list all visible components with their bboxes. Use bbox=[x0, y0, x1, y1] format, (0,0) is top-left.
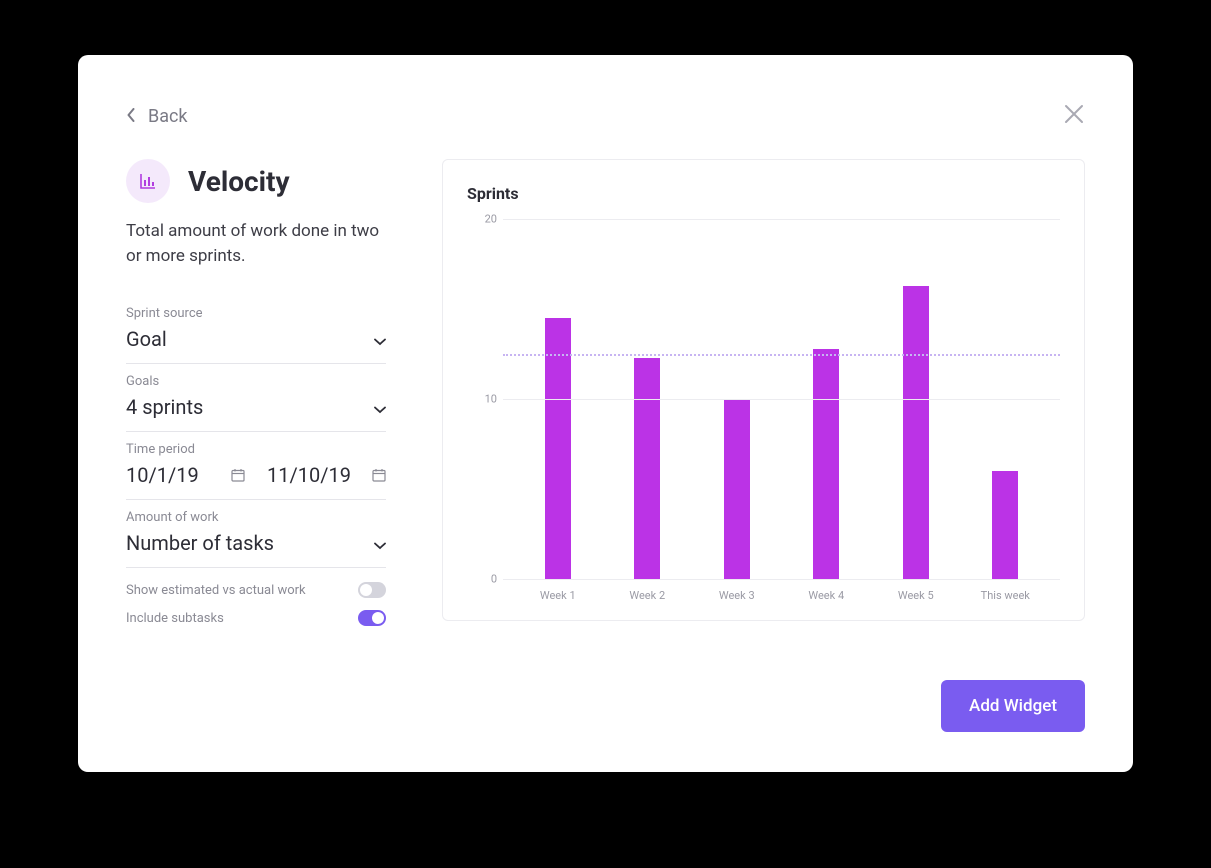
toggle-estimated-label: Show estimated vs actual work bbox=[126, 583, 306, 598]
velocity-icon bbox=[126, 159, 170, 203]
toggle-subtasks[interactable] bbox=[358, 610, 386, 626]
amount-label: Amount of work bbox=[126, 510, 386, 525]
widget-description: Total amount of work done in two or more… bbox=[126, 219, 386, 268]
chevron-down-icon bbox=[374, 395, 386, 419]
y-tick-label: 10 bbox=[485, 393, 497, 406]
modal-content: Velocity Total amount of work done in tw… bbox=[126, 159, 1085, 732]
back-label: Back bbox=[148, 106, 188, 127]
date-start-value: 10/1/19 bbox=[126, 463, 199, 487]
close-icon bbox=[1063, 110, 1085, 129]
chart-x-axis: Week 1Week 2Week 3Week 4Week 5This week bbox=[467, 579, 1060, 602]
toggle-estimated-row: Show estimated vs actual work bbox=[126, 568, 386, 598]
x-tick-label: Week 1 bbox=[513, 589, 603, 602]
y-tick-label: 0 bbox=[491, 573, 497, 586]
chart-bar bbox=[992, 471, 1018, 579]
chevron-down-icon bbox=[374, 531, 386, 555]
x-tick-label: Week 2 bbox=[603, 589, 693, 602]
toggle-subtasks-label: Include subtasks bbox=[126, 611, 224, 626]
chart-bar bbox=[903, 286, 929, 579]
grid-line bbox=[503, 219, 1060, 220]
x-tick-label: This week bbox=[961, 589, 1051, 602]
sprint-source-label: Sprint source bbox=[126, 306, 386, 321]
chart-body: 01020 bbox=[467, 219, 1060, 579]
widget-title: Velocity bbox=[188, 165, 290, 198]
field-sprint-source: Sprint source Goal bbox=[126, 296, 386, 364]
field-goals: Goals 4 sprints bbox=[126, 364, 386, 432]
grid-line bbox=[503, 399, 1060, 400]
widget-config-modal: Back Velocity Total amount of work done … bbox=[78, 55, 1133, 772]
widget-heading: Velocity bbox=[126, 159, 386, 203]
x-tick-label: Week 5 bbox=[871, 589, 961, 602]
amount-value: Number of tasks bbox=[126, 531, 274, 555]
close-button[interactable] bbox=[1063, 103, 1085, 129]
toggle-subtasks-row: Include subtasks bbox=[126, 598, 386, 626]
chart-title: Sprints bbox=[467, 184, 1060, 203]
date-end-input[interactable]: 11/10/19 bbox=[267, 463, 386, 487]
modal-topbar: Back bbox=[126, 103, 1085, 129]
sprint-source-select[interactable]: Goal bbox=[126, 327, 386, 351]
field-amount: Amount of work Number of tasks bbox=[126, 500, 386, 568]
time-period-label: Time period bbox=[126, 442, 386, 457]
chart-bar bbox=[724, 399, 750, 579]
average-line bbox=[503, 354, 1060, 356]
goals-value: 4 sprints bbox=[126, 395, 203, 419]
preview-panel: Sprints 01020 Week 1Week 2Week 3Week 4We… bbox=[442, 159, 1085, 732]
chevron-left-icon bbox=[126, 106, 136, 127]
goals-select[interactable]: 4 sprints bbox=[126, 395, 386, 419]
y-tick-label: 20 bbox=[485, 213, 497, 226]
back-button[interactable]: Back bbox=[126, 106, 188, 127]
calendar-icon bbox=[372, 463, 386, 487]
toggle-estimated[interactable] bbox=[358, 582, 386, 598]
grid-line bbox=[503, 579, 1060, 580]
chart-card: Sprints 01020 Week 1Week 2Week 3Week 4We… bbox=[442, 159, 1085, 621]
calendar-icon bbox=[231, 463, 245, 487]
goals-label: Goals bbox=[126, 374, 386, 389]
amount-select[interactable]: Number of tasks bbox=[126, 531, 386, 555]
modal-footer: Add Widget bbox=[442, 652, 1085, 732]
x-tick-label: Week 4 bbox=[782, 589, 872, 602]
x-tick-label: Week 3 bbox=[692, 589, 782, 602]
chart-bar bbox=[813, 349, 839, 579]
config-panel: Velocity Total amount of work done in tw… bbox=[126, 159, 386, 732]
date-start-input[interactable]: 10/1/19 bbox=[126, 463, 245, 487]
chart-plot bbox=[503, 219, 1060, 579]
field-time-period: Time period 10/1/19 11/10/19 bbox=[126, 432, 386, 500]
chart-y-axis: 01020 bbox=[467, 219, 503, 579]
chart-bar bbox=[634, 358, 660, 579]
date-end-value: 11/10/19 bbox=[267, 463, 351, 487]
chart-bar bbox=[545, 318, 571, 579]
chevron-down-icon bbox=[374, 327, 386, 351]
add-widget-button[interactable]: Add Widget bbox=[941, 680, 1085, 732]
sprint-source-value: Goal bbox=[126, 327, 167, 351]
